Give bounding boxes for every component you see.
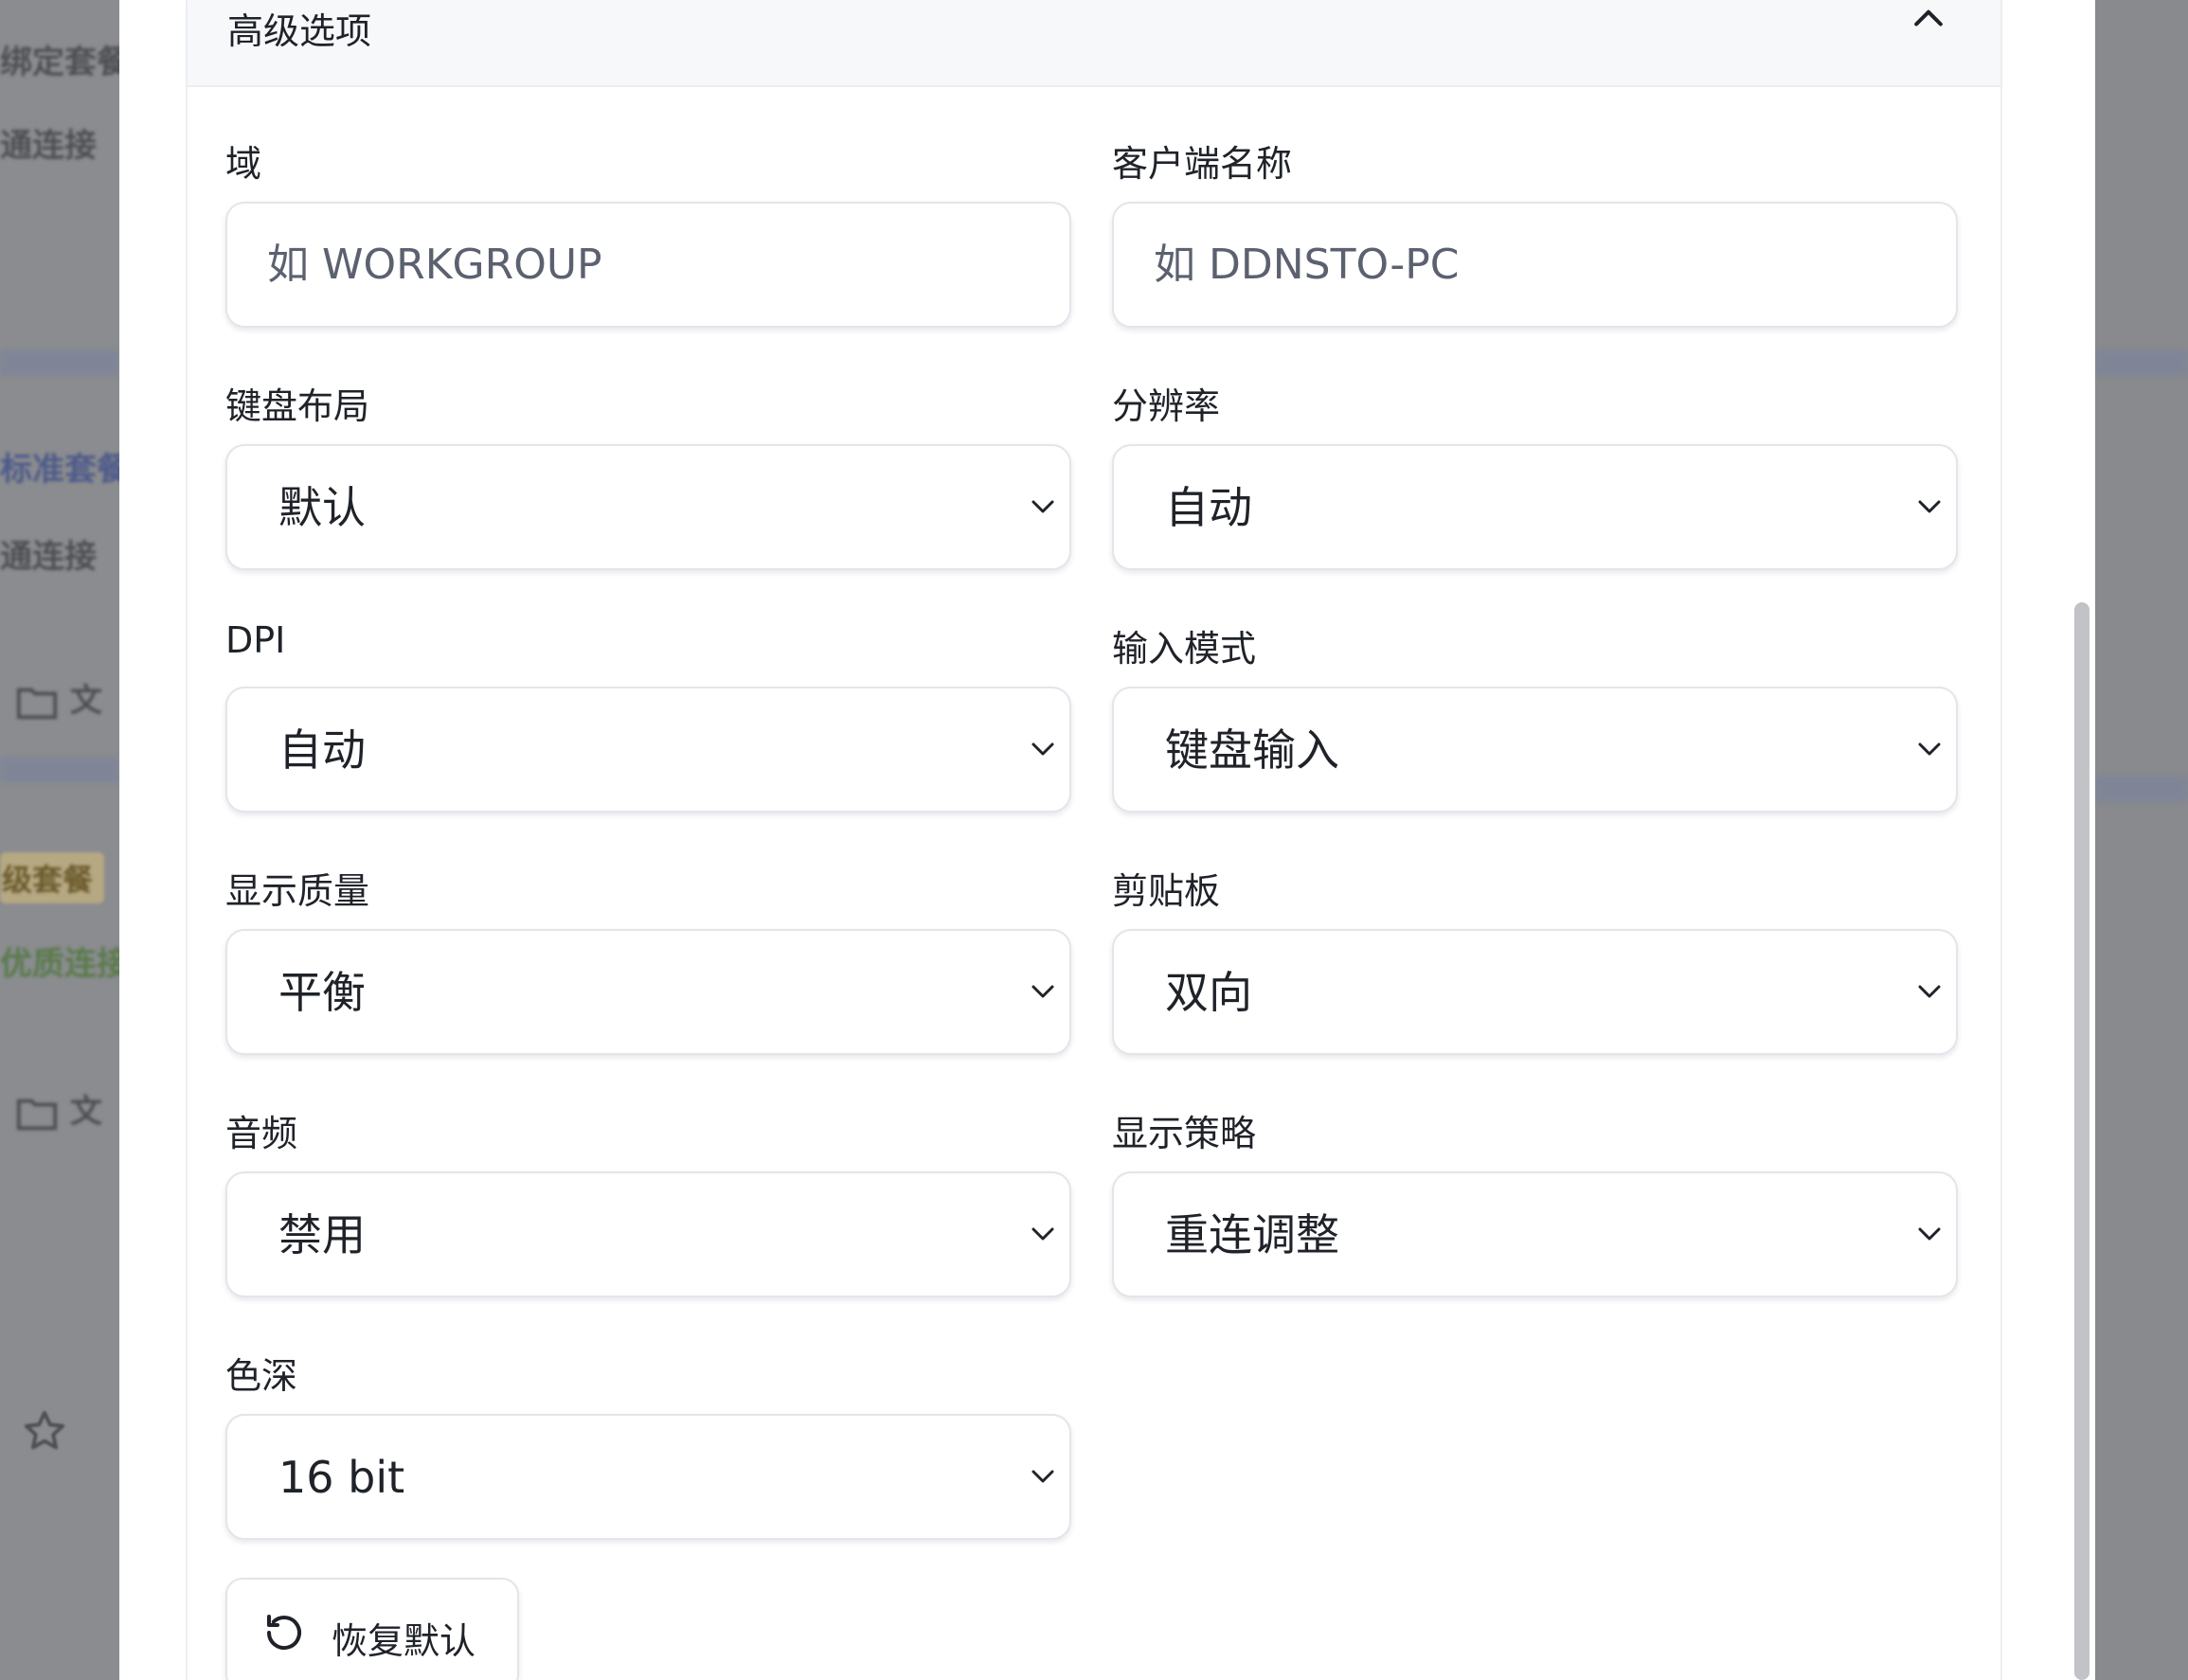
client-name-label: 客户端名称 [1112,143,1293,185]
bg-row: 标准套餐 [0,451,119,489]
domain-label: 域 [225,143,262,185]
bg-row: 通连接 [0,127,97,165]
folder-icon [16,688,58,719]
bg-folder-row: 文 [15,674,102,722]
bg-divider [0,350,119,375]
resolution-value: 自动 [1165,482,1252,533]
dpi-label: DPI [225,619,286,661]
input-mode-value: 键盘输入 [1165,724,1339,776]
chevron-down-icon [1031,1227,1054,1241]
bg-row: 优质连接 [0,945,119,983]
clipboard-select[interactable]: 双向 [1112,929,1958,1055]
folder-icon [16,1099,58,1130]
clipboard-label: 剪贴板 [1112,870,1221,912]
keyboard-layout-value: 默认 [278,482,366,533]
audio-value: 禁用 [278,1209,366,1260]
display-quality-label: 显示质量 [225,870,370,912]
chevron-down-icon [1918,742,1941,756]
resolution-select[interactable]: 自动 [1112,444,1958,570]
clipboard-value: 双向 [1165,967,1252,1018]
color-depth-select[interactable]: 16 bit [225,1414,1071,1540]
background-app-right [2095,0,2188,1680]
display-strategy-label: 显示策略 [1112,1113,1257,1154]
domain-field [225,202,1071,328]
rotate-ccw-icon [267,1615,301,1651]
chevron-down-icon [1918,985,1941,998]
reset-defaults-button[interactable]: 恢复默认 [225,1578,519,1680]
display-strategy-value: 重连调整 [1165,1209,1339,1260]
chevron-down-icon [1031,500,1054,513]
keyboard-layout-select[interactable]: 默认 [225,444,1071,570]
chevron-down-icon [1031,985,1054,998]
chevron-down-icon [1031,742,1054,756]
input-mode-label: 输入模式 [1112,628,1257,670]
resolution-label: 分辨率 [1112,385,1221,427]
dpi-value: 自动 [278,724,366,776]
chevron-up-icon[interactable] [1908,0,1949,40]
bg-folder-label: 文 [69,682,102,720]
bg-row: 绑定套餐 [0,44,119,81]
bg-divider [2095,777,2188,801]
bg-folder-row: 文 [15,1085,102,1133]
audio-label: 音频 [225,1113,298,1154]
chevron-down-icon [1918,1227,1941,1241]
client-name-field [1112,202,1958,328]
reset-defaults-label: 恢复默认 [332,1620,476,1662]
bg-badge: 级套餐 [0,852,105,903]
chevron-down-icon [1031,1470,1054,1483]
scrollbar-thumb[interactable] [2074,602,2089,1680]
bg-divider [0,758,119,782]
display-quality-value: 平衡 [278,967,366,1018]
display-quality-select[interactable]: 平衡 [225,929,1071,1055]
display-strategy-select[interactable]: 重连调整 [1112,1171,1958,1297]
background-app-left: 绑定套餐 通连接 标准套餐 通连接 文 级套餐 优质连接 文 [0,0,119,1680]
bg-folder-label: 文 [69,1093,102,1131]
input-mode-select[interactable]: 键盘输入 [1112,687,1958,813]
keyboard-layout-label: 键盘布局 [225,385,370,427]
chevron-down-icon [1918,500,1941,513]
dpi-select[interactable]: 自动 [225,687,1071,813]
audio-select[interactable]: 禁用 [225,1171,1071,1297]
bg-divider [2095,350,2188,375]
star-icon [24,1410,65,1450]
client-name-input[interactable] [1114,204,1956,326]
panel-title: 高级选项 [227,10,372,52]
bg-row: 通连接 [0,538,97,576]
color-depth-value: 16 bit [278,1452,405,1503]
domain-input[interactable] [227,204,1069,326]
advanced-options-header[interactable]: 高级选项 [188,0,2000,87]
color-depth-label: 色深 [225,1355,298,1397]
